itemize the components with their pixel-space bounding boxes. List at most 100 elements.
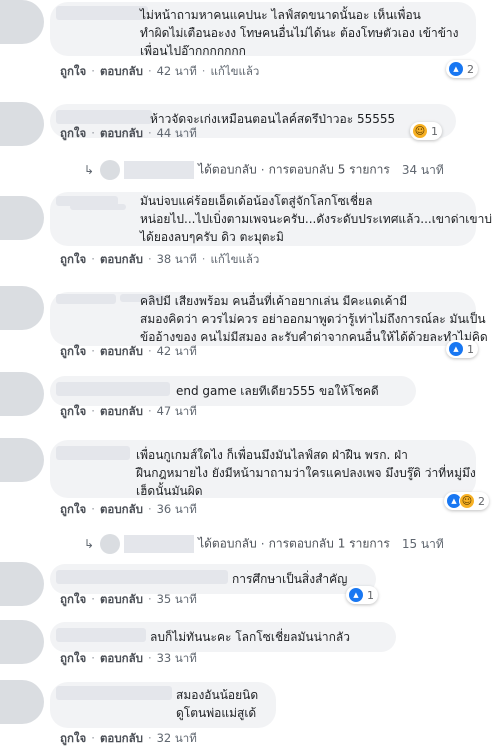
timestamp[interactable]: 44 นาที xyxy=(157,125,197,143)
timestamp[interactable]: 47 นาที xyxy=(157,403,197,421)
edited-label[interactable]: แก้ไขแล้ว xyxy=(210,251,259,269)
reactions-badge[interactable]: ▲ 1 xyxy=(446,340,478,358)
reply-summary-row[interactable]: ↳ ได้ตอบกลับ · การตอบกลับ 1 รายการ 15 นาที xyxy=(84,534,444,554)
comment-actions: ถูกใจ · ตอบกลับ · 32 นาที xyxy=(60,730,197,748)
like-link[interactable]: ถูกใจ xyxy=(60,501,86,519)
redacted-author-name[interactable] xyxy=(56,110,152,124)
like-link[interactable]: ถูกใจ xyxy=(60,650,86,668)
separator-dot: · xyxy=(91,64,95,78)
comment-actions: ถูกใจ · ตอบกลับ · 47 นาที xyxy=(60,403,197,421)
reaction-count: 1 xyxy=(367,588,374,602)
separator-dot: · xyxy=(201,64,206,78)
haha-icon: ☺ xyxy=(459,493,475,509)
like-link[interactable]: ถูกใจ xyxy=(60,343,86,361)
avatar[interactable] xyxy=(0,438,44,482)
like-icon: ▲ xyxy=(448,341,464,357)
avatar[interactable] xyxy=(0,0,44,44)
comment-text: การศึกษาเป็นสิ่งสำคัญ xyxy=(232,572,348,586)
comment-text: ไม่หน้าถามหาคนแคปนะ ไลฟ์สดขนาดนั้นอะ เห็… xyxy=(140,8,459,58)
redacted-author-name[interactable] xyxy=(56,628,146,642)
timestamp[interactable]: 33 นาที xyxy=(157,650,197,668)
comment-actions: ถูกใจ · ตอบกลับ · 42 นาที · แก้ไขแล้ว xyxy=(60,63,259,81)
comment-text: เพื่อนกูเกมส์ใดไง ก็เพื่อนมึงมันไลฟ์สด ฝ… xyxy=(136,448,476,498)
comments-panel: ไม่หน้าถามหาคนแคปนะ ไลฟ์สดขนาดนั้นอะ เห็… xyxy=(0,0,492,749)
reply-label[interactable]: ได้ตอบกลับ xyxy=(198,537,257,551)
avatar[interactable] xyxy=(0,196,44,240)
timestamp[interactable]: 38 นาที xyxy=(157,251,197,269)
reply-timestamp: 34 นาที xyxy=(401,162,444,177)
reply-link[interactable]: ตอบกลับ xyxy=(100,501,143,519)
redacted-author-name[interactable] xyxy=(56,686,172,700)
comment-text: คลิปมี เสียงพร้อม คนอื่นที่เค้าอยากเล่น … xyxy=(140,294,488,344)
separator-dot: · xyxy=(147,126,152,140)
reply-link[interactable]: ตอบกลับ xyxy=(100,730,143,748)
timestamp[interactable]: 35 นาที xyxy=(157,591,197,609)
comment-text: ลบก็ไม่ทันนะคะ โลกโซเชี่ยลมันน่ากลัว xyxy=(150,630,350,644)
reply-link[interactable]: ตอบกลับ xyxy=(100,63,143,81)
reactions-badge[interactable]: ▲ ☺ 2 xyxy=(444,492,489,510)
separator-dot: · xyxy=(91,592,95,606)
reply-link[interactable]: ตอบกลับ xyxy=(100,251,143,269)
comment-text: สมองอันน้อยนิด ดูโตนพ่อแม่สูเด้ xyxy=(176,688,259,720)
like-link[interactable]: ถูกใจ xyxy=(60,251,86,269)
reply-count-link[interactable]: การตอบกลับ 1 รายการ xyxy=(269,537,390,551)
redacted-author-name[interactable] xyxy=(56,570,228,584)
comment-actions: ถูกใจ · ตอบกลับ · 33 นาที xyxy=(60,650,197,668)
separator-dot: · xyxy=(147,404,152,418)
reply-link[interactable]: ตอบกลับ xyxy=(100,125,143,143)
separator-dot: · xyxy=(91,126,95,140)
reactions-badge[interactable]: ▲ 1 xyxy=(346,586,378,604)
reply-arrow-icon: ↳ xyxy=(84,162,95,177)
redacted-author-name[interactable] xyxy=(56,6,148,20)
separator-dot: · xyxy=(91,344,95,358)
timestamp[interactable]: 36 นาที xyxy=(157,501,197,519)
like-link[interactable]: ถูกใจ xyxy=(60,125,86,143)
like-link[interactable]: ถูกใจ xyxy=(60,63,86,81)
reply-avatar xyxy=(100,534,121,554)
reaction-count: 1 xyxy=(467,342,474,356)
separator-dot: · xyxy=(147,651,152,665)
edited-label[interactable]: แก้ไขแล้ว xyxy=(210,63,259,81)
like-icon: ▲ xyxy=(348,587,364,603)
comment-actions: ถูกใจ · ตอบกลับ · 42 นาที xyxy=(60,343,197,361)
like-link[interactable]: ถูกใจ xyxy=(60,591,86,609)
reply-link[interactable]: ตอบกลับ xyxy=(100,403,143,421)
comment-actions: ถูกใจ · ตอบกลับ · 35 นาที xyxy=(60,591,197,609)
comment-text: end game เลยทีเดียว555 ขอให้โชคดี xyxy=(176,384,379,398)
reply-label[interactable]: ได้ตอบกลับ xyxy=(198,163,257,177)
redacted-author-name xyxy=(124,535,195,553)
separator-dot: · xyxy=(91,651,95,665)
redacted-author-name[interactable] xyxy=(70,204,126,210)
reply-link[interactable]: ตอบกลับ xyxy=(100,650,143,668)
reactions-badge[interactable]: ☺ 1 xyxy=(410,122,442,140)
haha-icon: ☺ xyxy=(412,123,428,139)
reply-avatar xyxy=(100,160,121,180)
redacted-author-name[interactable] xyxy=(56,382,170,396)
reply-link[interactable]: ตอบกลับ xyxy=(100,343,143,361)
avatar[interactable] xyxy=(0,680,44,724)
avatar[interactable] xyxy=(0,620,44,664)
avatar[interactable] xyxy=(0,286,44,330)
timestamp[interactable]: 42 นาที xyxy=(157,63,197,81)
timestamp[interactable]: 42 นาที xyxy=(157,343,197,361)
like-link[interactable]: ถูกใจ xyxy=(60,730,86,748)
redacted-author-name[interactable] xyxy=(56,294,116,304)
separator-dot: · xyxy=(147,252,152,266)
separator-dot: · xyxy=(260,162,265,177)
separator-dot: · xyxy=(91,731,95,745)
reaction-count: 2 xyxy=(467,62,474,76)
avatar[interactable] xyxy=(0,562,44,606)
like-link[interactable]: ถูกใจ xyxy=(60,403,86,421)
avatar[interactable] xyxy=(0,372,44,416)
reactions-badge[interactable]: ▲ 2 xyxy=(446,60,478,78)
separator-dot: · xyxy=(147,592,152,606)
redacted-author-name[interactable] xyxy=(56,446,130,460)
separator-dot: · xyxy=(91,502,95,516)
separator-dot: · xyxy=(91,404,95,418)
separator-dot: · xyxy=(147,502,152,516)
timestamp[interactable]: 32 นาที xyxy=(157,730,197,748)
reply-count-link[interactable]: การตอบกลับ 5 รายการ xyxy=(269,163,390,177)
avatar[interactable] xyxy=(0,102,44,146)
reply-link[interactable]: ตอบกลับ xyxy=(100,591,143,609)
reply-summary-row[interactable]: ↳ ได้ตอบกลับ · การตอบกลับ 5 รายการ 34 นาที xyxy=(84,160,444,180)
